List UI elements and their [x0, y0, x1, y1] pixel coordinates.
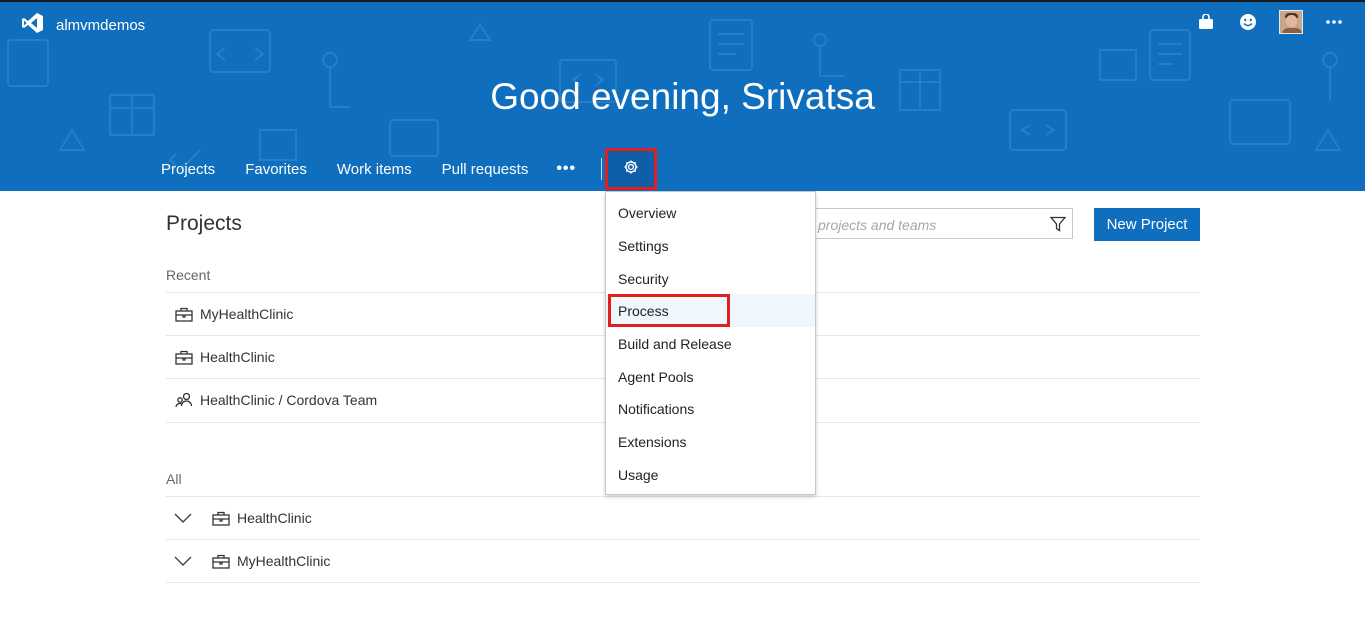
menu-item-agent-pools[interactable]: Agent Pools — [606, 360, 815, 393]
project-briefcase-icon — [173, 350, 195, 365]
recent-project-name: MyHealthClinic — [200, 306, 294, 322]
brand[interactable]: almvmdemos — [22, 12, 145, 39]
menu-item-notifications[interactable]: Notifications — [606, 392, 815, 425]
project-briefcase-icon — [210, 554, 232, 569]
new-project-button[interactable]: New Project — [1094, 208, 1200, 241]
nav-work-items[interactable]: Work items — [337, 161, 412, 178]
all-section-label: All — [166, 471, 182, 487]
gear-icon — [623, 159, 639, 180]
project-briefcase-icon — [173, 307, 195, 322]
settings-dropdown-menu: Overview Settings Security Process Build… — [605, 191, 816, 495]
nav-separator — [601, 158, 603, 180]
search-placeholder: projects and teams — [818, 217, 937, 233]
greeting-title: Good evening, Srivatsa — [490, 76, 875, 117]
all-list-divider — [166, 582, 1200, 583]
all-project-name: MyHealthClinic — [237, 553, 331, 569]
header-banner: almvmdemos Good evening, Srivatsa Projec… — [0, 0, 1365, 191]
recent-section-label: Recent — [166, 267, 211, 283]
hub-navigation: Projects Favorites Work items Pull reque… — [161, 158, 614, 180]
smiley-feedback-icon[interactable] — [1237, 10, 1259, 34]
menu-item-security[interactable]: Security — [606, 262, 815, 295]
account-name: almvmdemos — [56, 17, 146, 34]
menu-item-usage[interactable]: Usage — [606, 458, 815, 491]
menu-item-extensions[interactable]: Extensions — [606, 425, 815, 458]
nav-pull-requests[interactable]: Pull requests — [442, 161, 529, 178]
project-briefcase-icon — [210, 511, 232, 526]
menu-item-build-and-release[interactable]: Build and Release — [606, 327, 815, 360]
top-right-icons — [1195, 10, 1345, 34]
menu-item-overview[interactable]: Overview — [606, 196, 815, 229]
menu-item-process[interactable]: Process — [606, 294, 815, 327]
nav-favorites[interactable]: Favorites — [245, 161, 307, 178]
page-title: Projects — [166, 212, 242, 235]
recent-team-name: HealthClinic / Cordova Team — [200, 392, 378, 408]
more-ellipsis-icon[interactable] — [1323, 10, 1345, 34]
settings-gear-button[interactable] — [605, 148, 657, 190]
menu-item-settings[interactable]: Settings — [606, 229, 815, 262]
team-people-icon — [173, 392, 195, 408]
marketplace-bag-icon[interactable] — [1195, 10, 1217, 34]
chevron-down-icon[interactable] — [172, 513, 194, 523]
chevron-down-icon[interactable] — [172, 556, 194, 566]
filter-icon[interactable] — [1049, 216, 1067, 237]
visual-studio-logo-icon — [22, 12, 44, 39]
search-projects-input[interactable]: projects and teams — [805, 208, 1073, 239]
nav-more-button[interactable]: ••• — [556, 160, 576, 178]
nav-projects[interactable]: Projects — [161, 161, 215, 178]
all-project-row[interactable]: HealthClinic — [166, 496, 1200, 539]
all-project-name: HealthClinic — [237, 510, 312, 526]
recent-project-name: HealthClinic — [200, 349, 275, 365]
user-avatar[interactable] — [1279, 10, 1303, 34]
all-project-row[interactable]: MyHealthClinic — [166, 539, 1200, 582]
